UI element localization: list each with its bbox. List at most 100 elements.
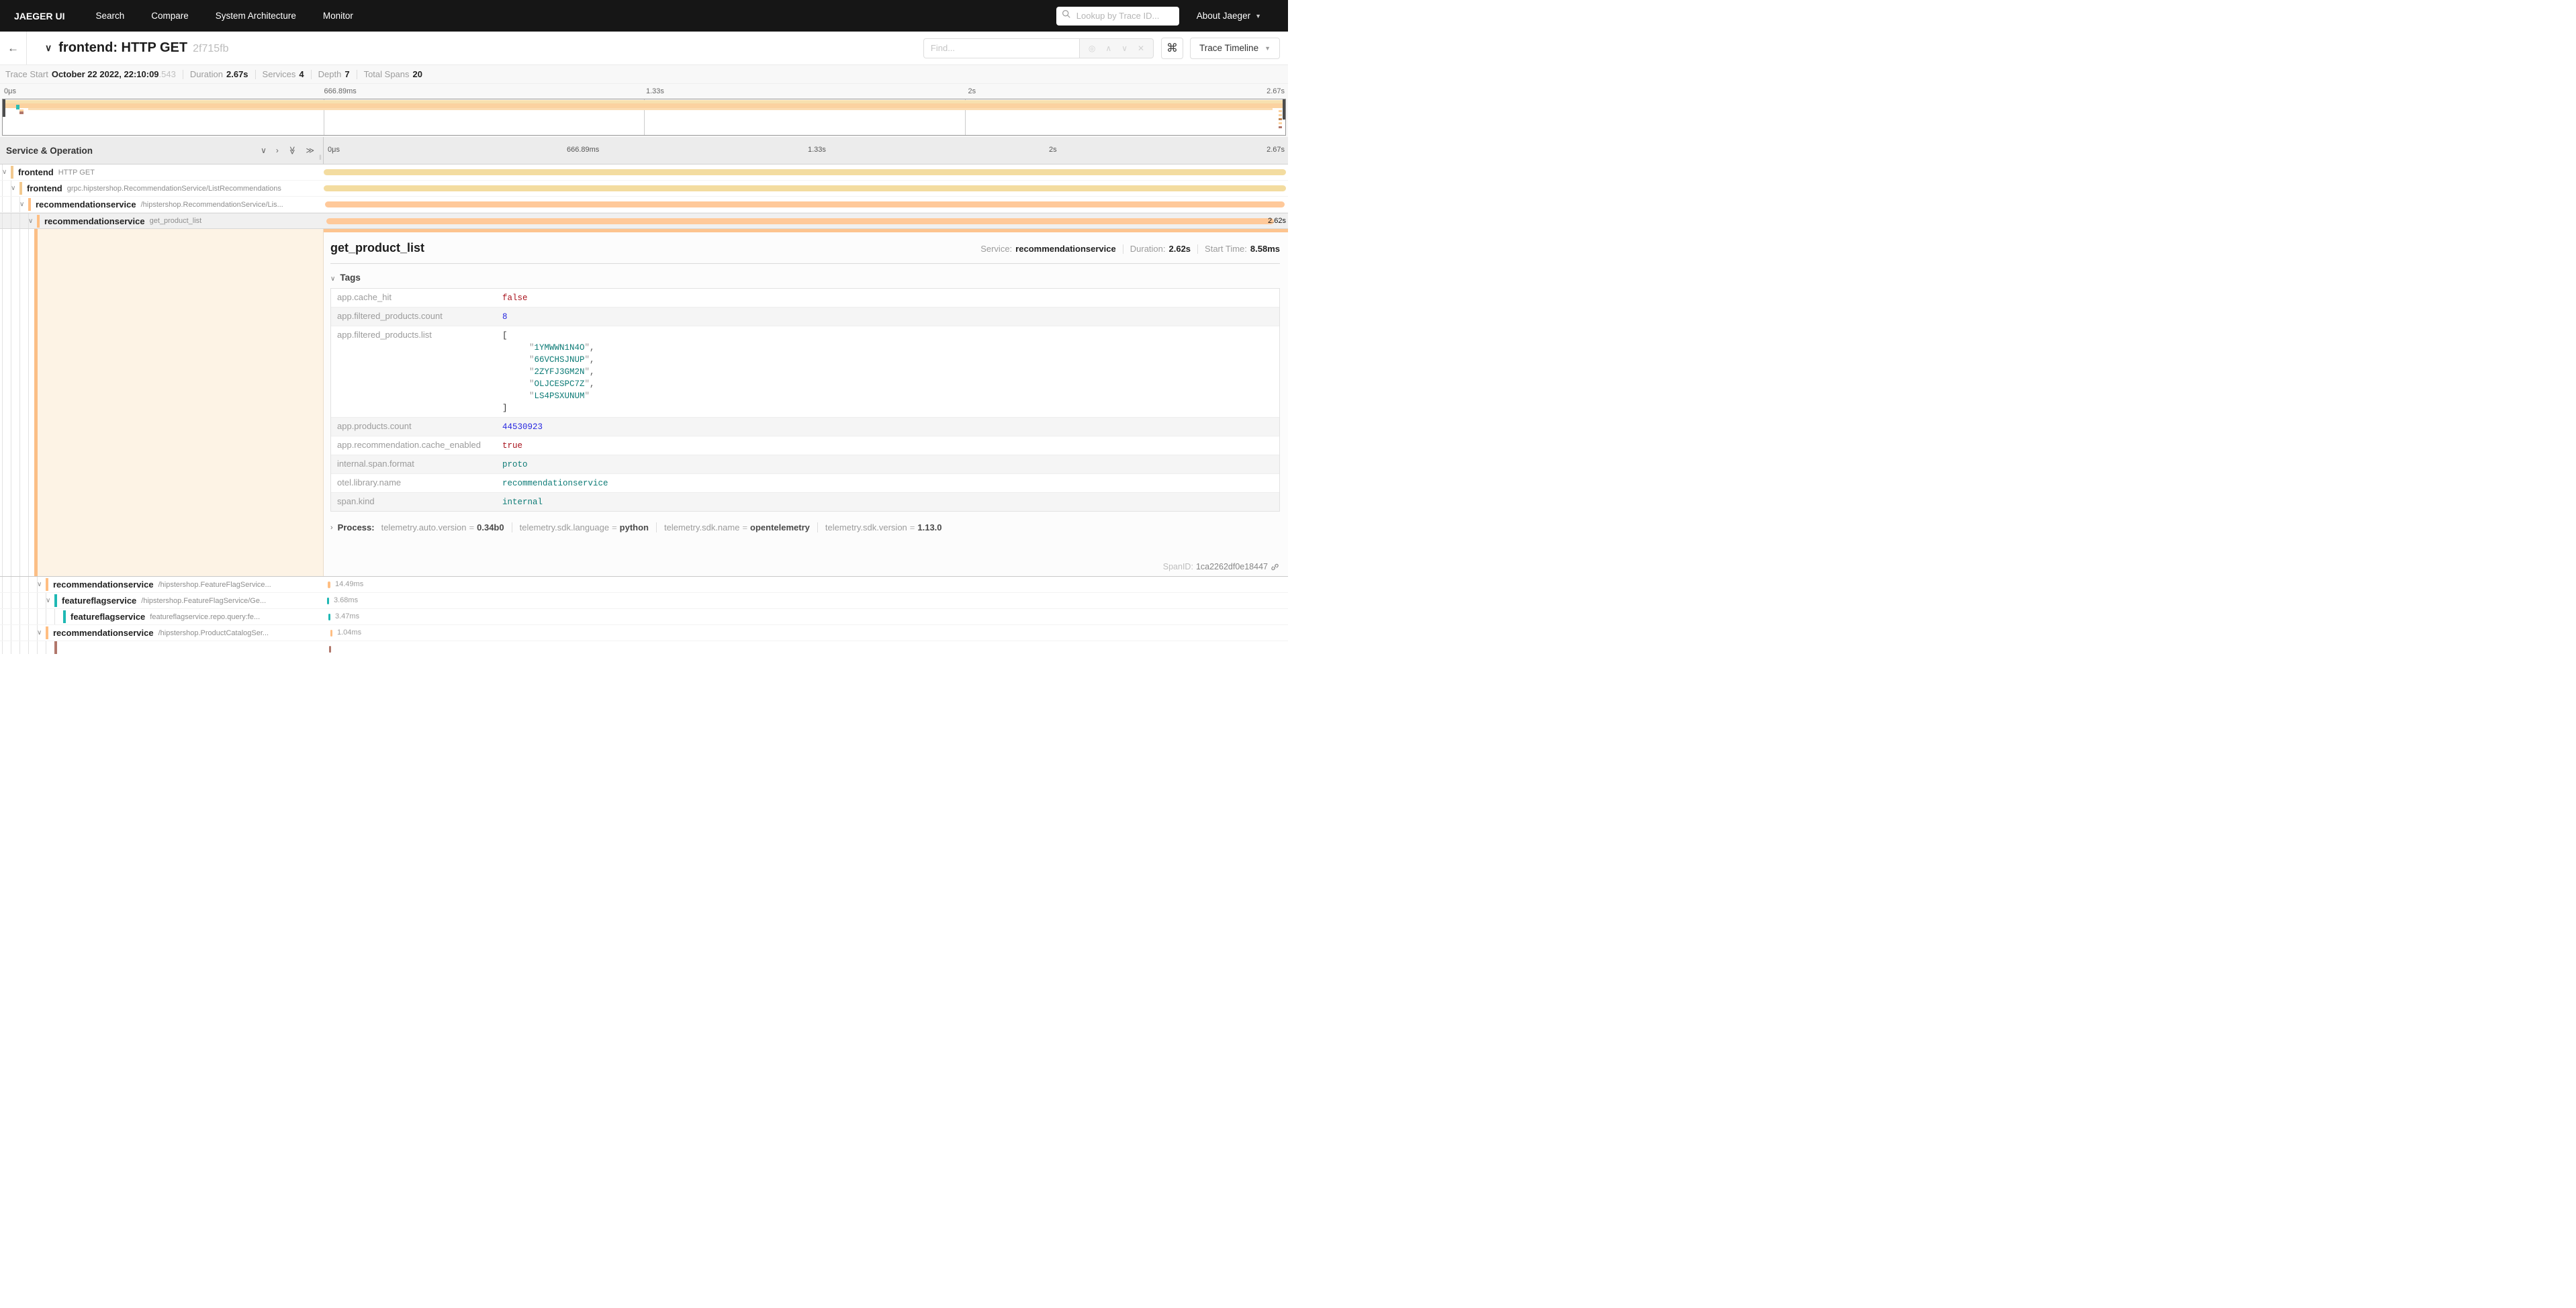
collapse-all-icon[interactable]: ≫ [287,146,297,155]
span-bar[interactable] [324,169,1286,175]
minimap-span-dash [1279,126,1282,128]
back-button[interactable]: ← [0,32,27,64]
tags-section-toggle[interactable]: ∨Tags [330,273,1280,283]
about-jaeger-menu[interactable]: About Jaeger ▼ [1197,11,1261,21]
minimap-scrubber-right[interactable] [1283,99,1285,120]
service-color-chip [19,182,22,195]
minimap-span-dash [1279,118,1282,120]
process-divider [656,522,657,532]
tag-row[interactable]: app.cache_hitfalse [331,289,1279,308]
span-bar[interactable] [325,201,1285,207]
span-row-name-cell[interactable]: ∨recommendationservice/hipstershop.Featu… [0,577,324,592]
expand-one-icon[interactable]: › [276,146,279,155]
span-bar-cell[interactable] [324,181,1288,196]
meta-label: Duration: [1130,244,1166,254]
span-bar-cell[interactable]: 14.49ms [324,577,1288,592]
span-row-name-cell[interactable]: ∨frontendgrpc.hipstershop.Recommendation… [0,181,324,196]
arrow-left-icon: ← [7,42,19,55]
chevron-down-icon[interactable]: ∨ [2,169,11,176]
prev-result-icon[interactable]: ∧ [1105,44,1111,53]
jaeger-logo[interactable]: JAEGER UI [0,11,82,21]
trace-view-select[interactable]: Trace Timeline ▼ [1190,38,1280,59]
span-bar-cell[interactable] [324,197,1288,212]
list-item: "LS4PSXUNUM" [502,390,595,402]
span-row-name-cell[interactable]: featureflagservicefeatureflagservice.rep… [0,609,324,624]
chevron-down-icon[interactable]: ∨ [37,581,46,588]
tick-label: 666.89ms [324,87,357,95]
list-item: "OLJCESPC7Z", [502,378,595,390]
span-operation-name: /hipstershop.FeatureFlagService/Ge... [141,597,266,605]
chevron-down-icon[interactable]: ∨ [19,201,28,208]
span-row[interactable] [0,641,1288,654]
minimap-canvas[interactable] [2,99,1286,136]
meta-divider [1197,244,1198,254]
tag-row[interactable]: app.filtered_products.count8 [331,308,1279,326]
nav-item-compare[interactable]: Compare [138,0,202,32]
nav-item-monitor[interactable]: Monitor [310,0,367,32]
span-row[interactable]: ∨recommendationservice/hipstershop.Featu… [0,577,1288,593]
span-bar-cell[interactable]: 2.62s [324,214,1288,228]
span-bar-cell[interactable]: 3.68ms [324,593,1288,608]
span-service-name: recommendationservice [53,628,154,638]
tag-row[interactable]: app.recommendation.cache_enabledtrue [331,436,1279,455]
span-bar-cell[interactable] [324,165,1288,180]
chevron-down-icon[interactable]: ∨ [46,597,54,604]
span-row-name-cell[interactable] [0,641,324,654]
trace-lookup-box[interactable] [1056,7,1179,26]
nav-menu: SearchCompareSystem ArchitectureMonitor [82,0,366,32]
span-duration-mark [327,598,329,604]
span-row-name-cell[interactable]: ∨frontendHTTP GET [0,165,324,180]
trace-lookup-input[interactable] [1075,10,1174,21]
span-row[interactable]: ∨ featureflagservice/hipstershop.FeatureF… [0,593,1288,609]
service-color-chip [46,626,48,639]
trace-minimap: 0μs666.89ms1.33s2s2.67s [0,84,1288,137]
deep-link-icon[interactable] [1271,563,1279,571]
tag-key: span.kind [331,493,502,509]
span-row-name-cell[interactable]: ∨ featureflagservice/hipstershop.FeatureF… [0,593,324,608]
span-row[interactable]: ∨recommendationservice/hipstershop.Produ… [0,625,1288,641]
nav-item-search[interactable]: Search [82,0,138,32]
tag-row[interactable]: app.products.count44530923 [331,418,1279,436]
minimap-scrubber-left[interactable] [3,99,5,117]
chevron-down-icon[interactable]: ∨ [28,218,37,225]
tag-row[interactable]: app.filtered_products.list["1YMWWN1N4O",… [331,326,1279,418]
indent-guides [2,593,46,608]
tick-label: 0μs [328,146,340,154]
trace-collapse-toggle[interactable]: ∨ [45,42,52,54]
tag-row[interactable]: otel.library.namerecommendationservice [331,474,1279,493]
expand-all-icon[interactable]: ≫ [306,146,314,155]
keyboard-shortcuts-button[interactable]: ⌘ [1161,38,1183,59]
span-row-name-cell[interactable]: ∨recommendationservice/hipstershop.Produ… [0,625,324,641]
span-row[interactable]: ∨recommendationserviceget_product_list2.… [0,213,1288,229]
process-section-toggle[interactable]: › Process: telemetry.auto.version=0.34b0… [330,522,1280,532]
span-bar[interactable] [326,218,1274,224]
span-bar-cell[interactable]: 3.47ms [324,609,1288,624]
span-duration-mark [328,614,330,620]
service-color-chip [37,215,40,228]
span-operation-name: get_product_list [150,217,202,225]
focus-target-icon[interactable]: ◎ [1089,44,1095,53]
span-service-name: frontend [18,167,54,177]
span-row[interactable]: ∨recommendationservice/hipstershop.Recom… [0,197,1288,213]
find-input[interactable] [923,38,1079,58]
span-bar-cell[interactable]: 1.04ms [324,625,1288,641]
span-bar[interactable] [324,185,1286,191]
column-resizer-handle[interactable]: ‖ [319,154,322,162]
tag-row[interactable]: internal.span.formatproto [331,455,1279,474]
span-service-name: featureflagservice [62,596,136,606]
span-row[interactable]: ∨frontendHTTP GET [0,165,1288,181]
next-result-icon[interactable]: ∨ [1121,44,1128,53]
clear-find-icon[interactable]: ✕ [1138,44,1144,53]
span-row-name-cell[interactable]: ∨recommendationserviceget_product_list [0,214,324,228]
tag-row[interactable]: span.kindinternal [331,493,1279,511]
summary-divider [311,70,312,79]
span-bar-cell[interactable] [324,641,1288,654]
process-key: telemetry.sdk.language [520,522,609,532]
collapse-one-icon[interactable]: ∨ [261,146,267,155]
chevron-down-icon[interactable]: ∨ [11,185,19,192]
span-row[interactable]: featureflagservicefeatureflagservice.rep… [0,609,1288,625]
chevron-down-icon[interactable]: ∨ [37,629,46,637]
span-row[interactable]: ∨frontendgrpc.hipstershop.Recommendation… [0,181,1288,197]
span-row-name-cell[interactable]: ∨recommendationservice/hipstershop.Recom… [0,197,324,212]
nav-item-system-architecture[interactable]: System Architecture [202,0,310,32]
